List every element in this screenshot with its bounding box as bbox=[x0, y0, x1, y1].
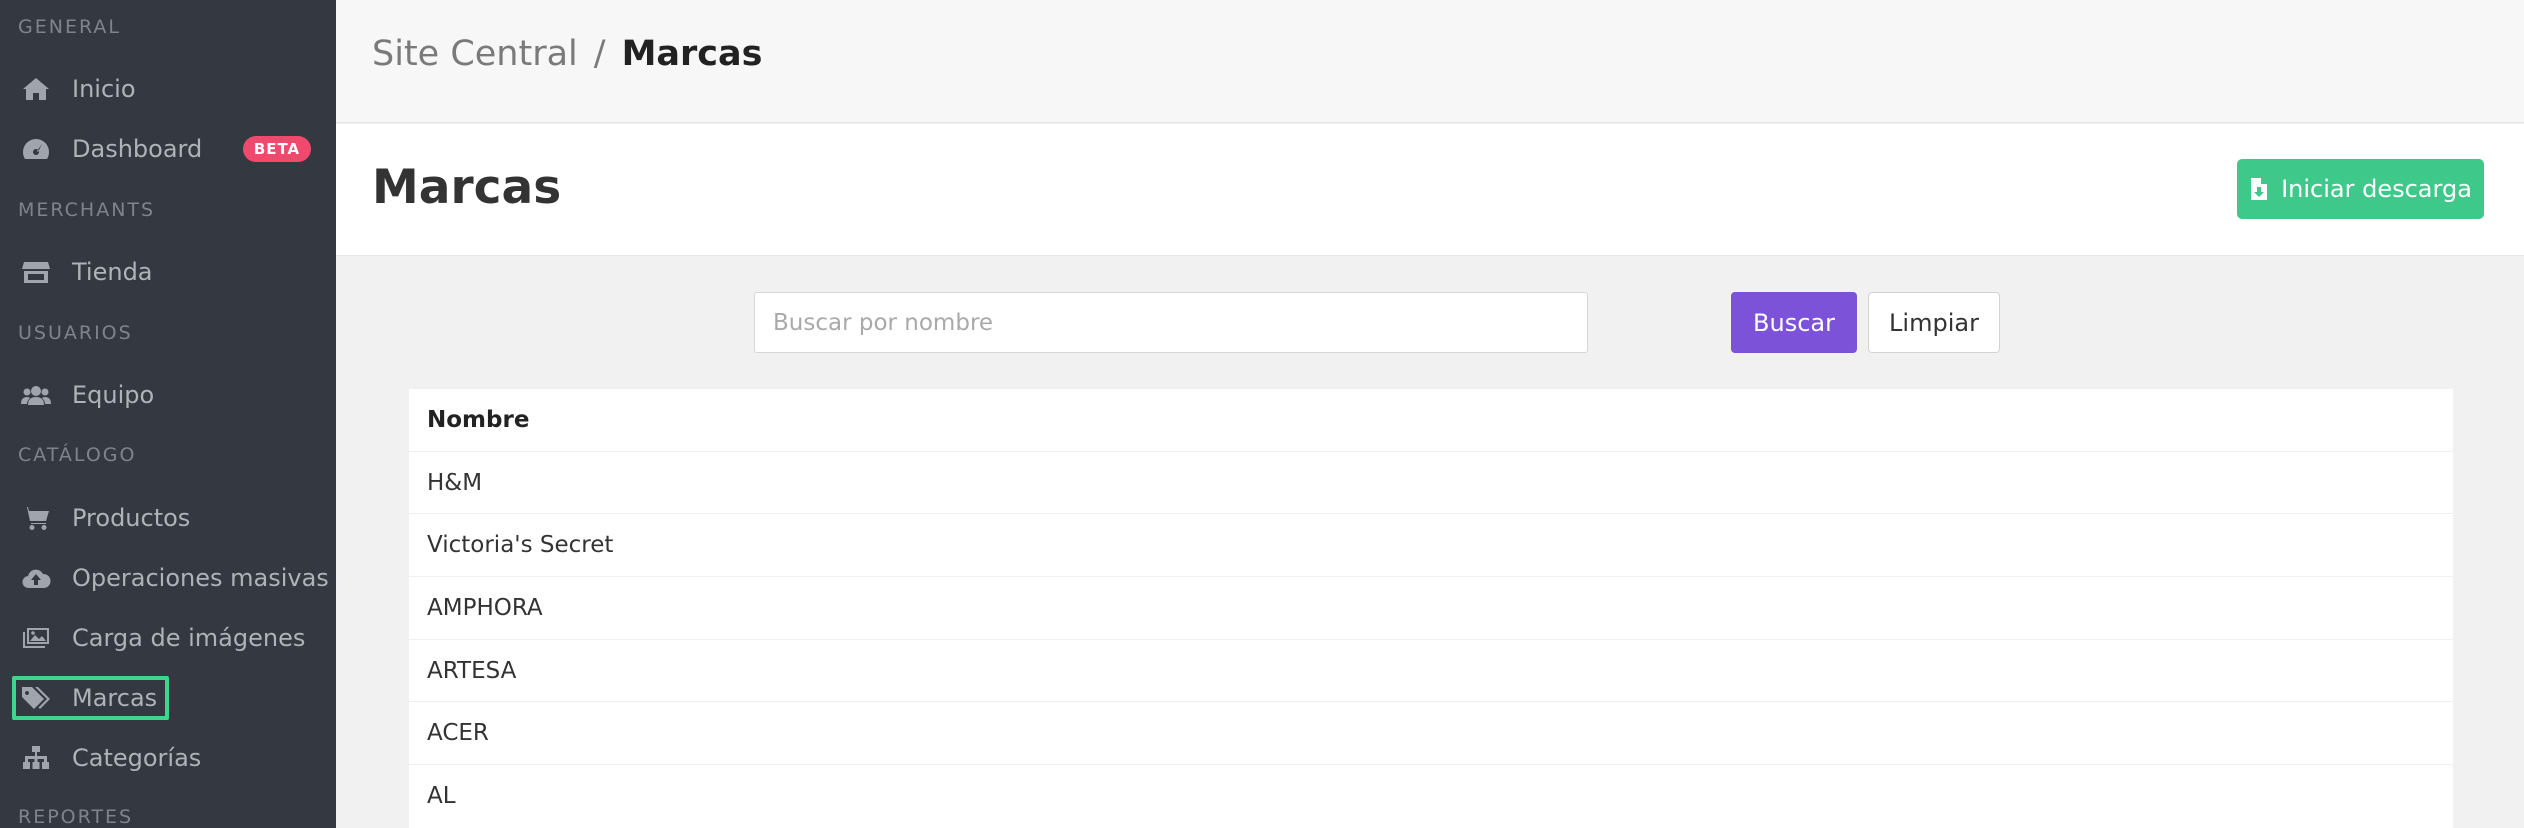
home-icon bbox=[20, 75, 52, 103]
users-icon bbox=[20, 381, 52, 409]
page-header: Marcas Iniciar descarga bbox=[336, 124, 2524, 256]
table-row[interactable]: AL bbox=[409, 764, 2453, 826]
images-icon bbox=[20, 624, 52, 652]
start-download-label: Iniciar descarga bbox=[2281, 175, 2472, 203]
search-input[interactable] bbox=[754, 292, 1588, 353]
sidebar-item-label: Carga de imágenes bbox=[72, 624, 306, 652]
sidebar-item-label: Categorías bbox=[72, 744, 202, 772]
cell-nombre: AL bbox=[427, 782, 456, 809]
sidebar-item-categorias[interactable]: Categorías bbox=[0, 731, 336, 785]
sidebar-item-equipo[interactable]: Equipo bbox=[0, 368, 336, 422]
sidebar: GENERAL Inicio Dashboard BETA MERCHANTS … bbox=[0, 0, 336, 828]
cell-nombre: ARTESA bbox=[427, 657, 517, 684]
cell-nombre: ACER bbox=[427, 719, 489, 746]
cloud-upload-icon bbox=[20, 564, 52, 592]
sidebar-item-operaciones-masivas[interactable]: Operaciones masivas bbox=[0, 551, 336, 605]
search-button[interactable]: Buscar bbox=[1731, 292, 1857, 353]
sidebar-section-usuarios: USUARIOS bbox=[18, 322, 133, 344]
sidebar-item-label: Inicio bbox=[72, 75, 136, 103]
sidebar-item-carga-imagenes[interactable]: Carga de imágenes bbox=[0, 611, 336, 665]
sidebar-item-marcas[interactable]: Marcas bbox=[0, 671, 336, 725]
sidebar-item-inicio[interactable]: Inicio bbox=[0, 62, 336, 116]
sidebar-section-reportes: REPORTES bbox=[18, 806, 134, 828]
clear-button[interactable]: Limpiar bbox=[1868, 292, 2000, 353]
brands-table: Nombre H&M Victoria's Secret AMPHORA ART… bbox=[409, 389, 2453, 828]
sidebar-item-tienda[interactable]: Tienda bbox=[0, 245, 336, 299]
table-row[interactable]: ARTESA bbox=[409, 639, 2453, 701]
store-icon bbox=[20, 258, 52, 286]
page-title: Marcas bbox=[372, 160, 562, 215]
sidebar-section-catalogo: CATÁLOGO bbox=[18, 444, 137, 466]
cell-nombre: Victoria's Secret bbox=[427, 531, 614, 558]
shopping-cart-icon bbox=[20, 504, 52, 532]
table-row[interactable]: H&M bbox=[409, 451, 2453, 513]
breadcrumb-parent[interactable]: Site Central bbox=[372, 34, 578, 74]
beta-badge: BETA bbox=[243, 136, 311, 162]
sidebar-item-productos[interactable]: Productos bbox=[0, 491, 336, 545]
sidebar-section-merchants: MERCHANTS bbox=[18, 199, 156, 221]
speedometer-icon bbox=[20, 135, 52, 163]
sidebar-item-label: Dashboard bbox=[72, 135, 203, 163]
top-bar: Site Central / Marcas bbox=[336, 0, 2524, 123]
sidebar-item-label: Operaciones masivas bbox=[72, 564, 329, 592]
cell-nombre: AMPHORA bbox=[427, 594, 543, 621]
sidebar-item-label: Productos bbox=[72, 504, 191, 532]
table-row[interactable]: AMPHORA bbox=[409, 576, 2453, 638]
start-download-button[interactable]: Iniciar descarga bbox=[2237, 159, 2484, 219]
sidebar-section-general: GENERAL bbox=[18, 16, 121, 38]
breadcrumb-current: Marcas bbox=[621, 34, 763, 74]
sidebar-item-label: Marcas bbox=[72, 684, 158, 712]
breadcrumb: Site Central / Marcas bbox=[372, 34, 762, 74]
sitemap-icon bbox=[20, 744, 52, 772]
sidebar-item-label: Equipo bbox=[72, 381, 155, 409]
column-header-nombre[interactable]: Nombre bbox=[427, 407, 529, 433]
cell-nombre: H&M bbox=[427, 469, 483, 496]
breadcrumb-separator: / bbox=[593, 34, 606, 74]
table-row[interactable]: Victoria's Secret bbox=[409, 513, 2453, 575]
sidebar-item-label: Tienda bbox=[72, 258, 153, 286]
file-download-icon bbox=[2251, 178, 2268, 200]
tags-icon bbox=[20, 684, 52, 712]
table-row[interactable]: ACER bbox=[409, 701, 2453, 763]
